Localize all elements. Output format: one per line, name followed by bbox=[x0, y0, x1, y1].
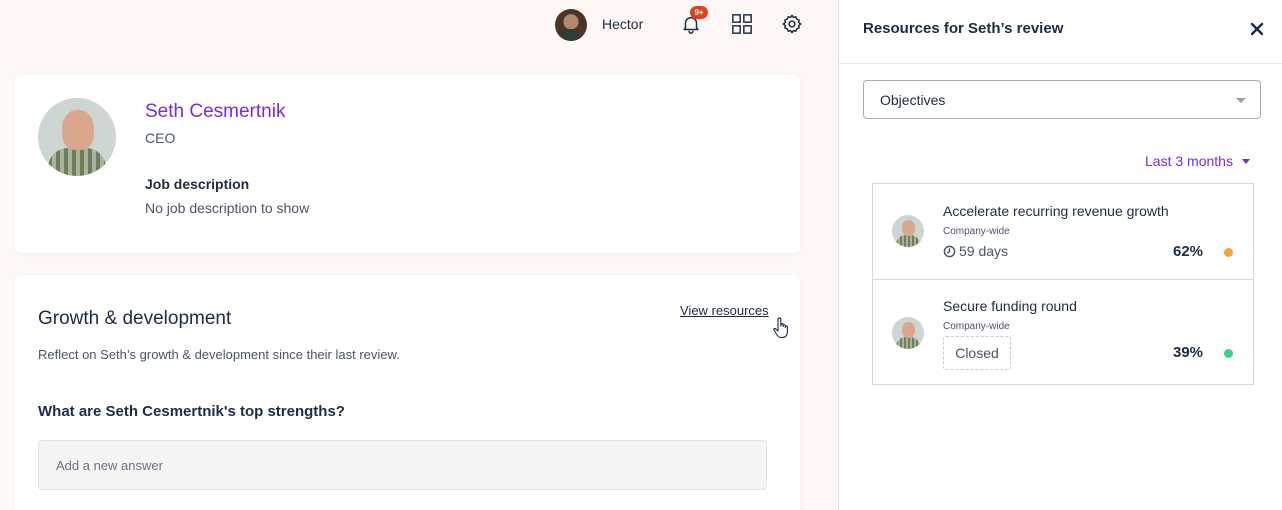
growth-title: Growth & development bbox=[38, 308, 232, 329]
owner-avatar bbox=[892, 215, 924, 247]
date-range-dropdown[interactable]: Last 3 months bbox=[1145, 153, 1233, 169]
close-icon[interactable] bbox=[1247, 19, 1267, 39]
profile-role: CEO bbox=[145, 130, 176, 146]
owner-avatar bbox=[892, 317, 924, 349]
growth-subtitle: Reflect on Seth’s growth & development s… bbox=[38, 347, 400, 362]
clock-icon bbox=[943, 245, 956, 257]
profile-card: Seth Cesmertnik CEO Job description No j… bbox=[15, 75, 800, 253]
resource-type-select[interactable]: Objectives bbox=[863, 80, 1261, 119]
panel-title: Resources for Seth’s review bbox=[863, 20, 1064, 37]
closed-badge: Closed bbox=[943, 336, 1011, 370]
panel-header: Resources for Seth’s review bbox=[839, 0, 1282, 64]
user-avatar[interactable] bbox=[555, 9, 587, 41]
resources-panel: Resources for Seth’s review Objectives L… bbox=[838, 0, 1282, 510]
main-area: Hector 9+ Seth Cesmertnik CEO Job descri… bbox=[0, 0, 838, 510]
top-bar: Hector 9+ bbox=[0, 0, 838, 50]
objective-scope: Company-wide bbox=[943, 321, 1010, 332]
profile-photo bbox=[38, 98, 116, 176]
notification-badge: 9+ bbox=[690, 6, 708, 19]
objective-title[interactable]: Accelerate recurring revenue growth bbox=[943, 203, 1169, 219]
job-description-text: No job description to show bbox=[145, 200, 310, 216]
chevron-down-icon bbox=[1236, 98, 1246, 103]
apps-grid-icon[interactable] bbox=[730, 12, 754, 36]
hand-cursor-icon bbox=[773, 317, 788, 339]
strengths-question: What are Seth Cesmertnik's top strengths… bbox=[38, 403, 345, 420]
objectives-list: Accelerate recurring revenue growth Comp… bbox=[872, 183, 1254, 385]
status-dot bbox=[1224, 248, 1233, 257]
objective-scope: Company-wide bbox=[943, 226, 1010, 237]
status-dot bbox=[1224, 349, 1233, 358]
gear-icon[interactable] bbox=[780, 12, 804, 36]
objective-due: 59 days bbox=[943, 243, 1008, 259]
objective-title[interactable]: Secure funding round bbox=[943, 298, 1077, 314]
job-description-heading: Job description bbox=[145, 176, 250, 192]
profile-name[interactable]: Seth Cesmertnik bbox=[145, 101, 285, 123]
objective-progress: 39% bbox=[1173, 344, 1204, 361]
objective-item[interactable]: Secure funding round Company-wide Closed… bbox=[873, 279, 1253, 385]
view-resources-link[interactable]: View resources bbox=[680, 303, 769, 318]
user-name[interactable]: Hector bbox=[602, 16, 643, 32]
answer-placeholder: Add a new answer bbox=[56, 458, 163, 473]
days-remaining: 59 days bbox=[959, 243, 1009, 259]
objective-progress: 62% bbox=[1173, 243, 1204, 260]
answer-input[interactable]: Add a new answer bbox=[38, 440, 767, 490]
caret-down-icon bbox=[1242, 159, 1250, 164]
select-value: Objectives bbox=[880, 92, 946, 108]
objective-item[interactable]: Accelerate recurring revenue growth Comp… bbox=[873, 184, 1253, 279]
growth-card: Growth & development View resources Refl… bbox=[15, 276, 800, 510]
